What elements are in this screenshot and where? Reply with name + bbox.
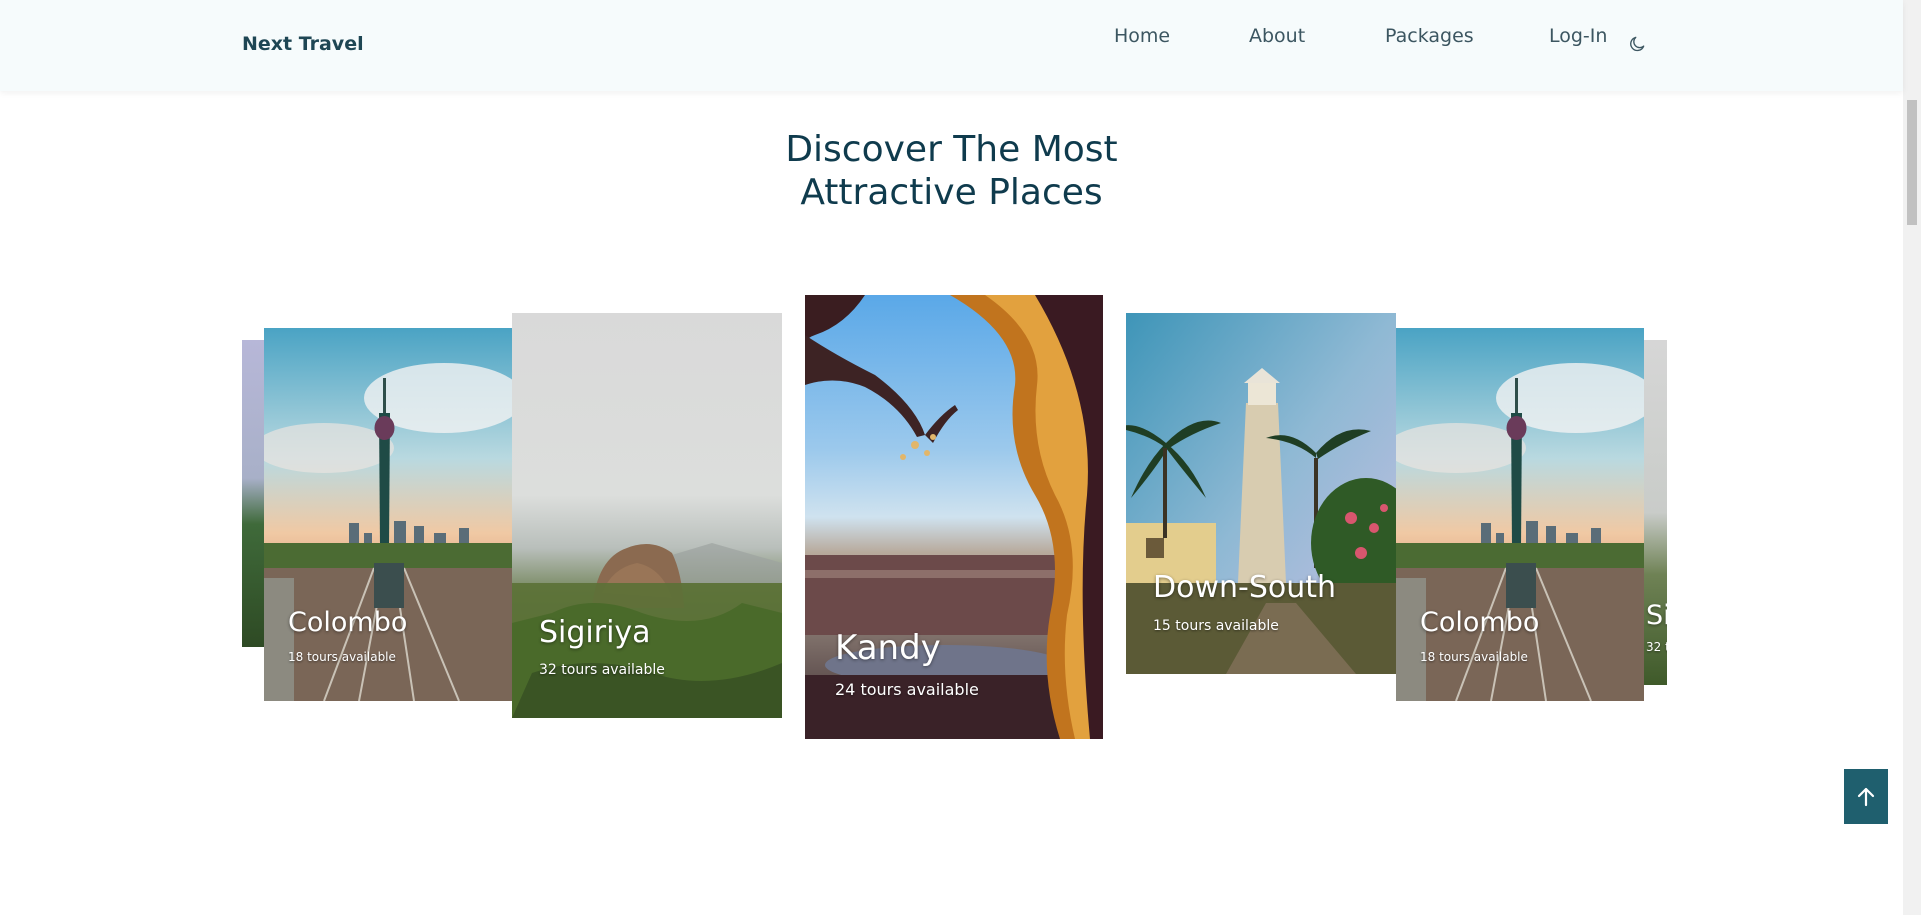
tours-count: 32 t bbox=[1646, 640, 1667, 654]
place-name: Colombo bbox=[288, 607, 408, 638]
place-card-kandy[interactable]: Kandy 24 tours available bbox=[805, 295, 1103, 739]
kandy-image bbox=[805, 295, 1103, 739]
tours-count: 32 tours available bbox=[539, 662, 665, 678]
place-image bbox=[242, 340, 264, 647]
place-name: Down-South bbox=[1153, 570, 1337, 605]
place-card-partial-left[interactable] bbox=[242, 340, 264, 647]
page-scrollbar[interactable] bbox=[1903, 0, 1921, 915]
section-title: Discover The Most Attractive Places bbox=[0, 128, 1903, 214]
sigiriya-image bbox=[1644, 340, 1667, 685]
place-card-sigiriya[interactable]: Sigiriya 32 tours available bbox=[512, 313, 782, 718]
place-name: Sigiriya bbox=[539, 615, 651, 650]
sigiriya-image bbox=[512, 313, 782, 718]
tours-count: 15 tours available bbox=[1153, 618, 1279, 634]
section-title-line-1: Discover The Most bbox=[785, 129, 1118, 170]
arrow-up-icon bbox=[1857, 787, 1875, 807]
colombo-image bbox=[1396, 328, 1644, 701]
tours-count: 18 tours available bbox=[1420, 650, 1528, 664]
place-card-down-south[interactable]: Down-South 15 tours available bbox=[1126, 313, 1396, 674]
place-card-colombo-2[interactable]: Colombo 18 tours available bbox=[1396, 328, 1644, 701]
site-logo[interactable]: Next Travel bbox=[242, 33, 364, 55]
colombo-image bbox=[264, 328, 512, 701]
tours-count: 24 tours available bbox=[835, 680, 979, 699]
back-to-top-button[interactable] bbox=[1844, 769, 1888, 824]
place-name: Kandy bbox=[835, 628, 941, 668]
place-card-partial-right[interactable]: Si 32 t bbox=[1644, 340, 1667, 685]
nav-login[interactable]: Log-In bbox=[1549, 25, 1607, 47]
scrollbar-thumb[interactable] bbox=[1907, 100, 1917, 225]
nav-packages[interactable]: Packages bbox=[1385, 25, 1474, 47]
moon-icon[interactable] bbox=[1627, 34, 1647, 54]
place-card-colombo[interactable]: Colombo 18 tours available bbox=[264, 328, 512, 701]
place-name: Colombo bbox=[1420, 607, 1540, 638]
site-header: Next Travel Home About Packages Log-In bbox=[0, 0, 1903, 91]
section-title-line-2: Attractive Places bbox=[800, 172, 1103, 213]
tours-count: 18 tours available bbox=[288, 650, 396, 664]
place-name: Si bbox=[1646, 600, 1667, 631]
nav-about[interactable]: About bbox=[1249, 25, 1305, 47]
nav-home[interactable]: Home bbox=[1114, 25, 1170, 47]
